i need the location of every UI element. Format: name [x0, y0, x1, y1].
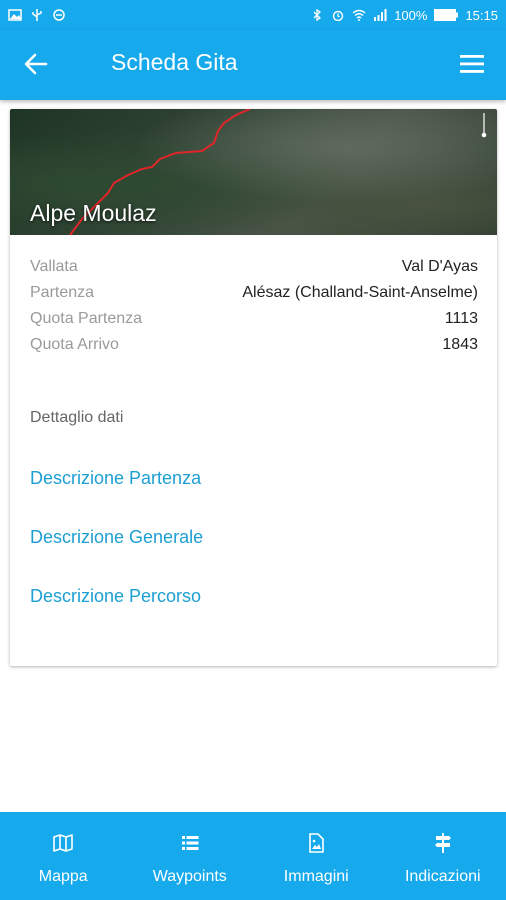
- image-icon: [309, 833, 325, 853]
- map-icon: [53, 834, 74, 852]
- nav-item-indicazioni[interactable]: Indicazioni: [380, 812, 506, 900]
- info-label: Vallata: [30, 258, 78, 275]
- info-value: 1843: [442, 336, 478, 353]
- info-label: Quota Arrivo: [30, 336, 119, 353]
- signal-icon: [374, 9, 387, 21]
- battery-icon: [434, 9, 459, 21]
- nav-label: Immagini: [283, 868, 349, 885]
- wifi-icon: [352, 9, 366, 21]
- nav-label: Mappa: [38, 868, 88, 885]
- arrow-back-icon[interactable]: [22, 50, 50, 78]
- info-value: Alésaz (Challand-Saint-Anselme): [242, 284, 478, 301]
- nav-label: Indicazioni: [404, 868, 481, 885]
- info-label: Partenza: [30, 284, 95, 301]
- info-label: Quota Partenza: [30, 310, 143, 327]
- bluetooth-icon: [313, 9, 322, 21]
- signpost-icon: [434, 833, 451, 853]
- general-description-link[interactable]: Descrizione Generale: [30, 527, 203, 548]
- page-title: Scheda Gita: [111, 49, 238, 75]
- status-bar: 100% 15:15: [0, 0, 506, 30]
- gallery-notification-icon: [8, 9, 22, 21]
- info-row-vallata: Vallata Val D'Ayas: [30, 257, 478, 283]
- info-value: Val D'Ayas: [401, 258, 478, 275]
- status-time: 15:15: [465, 7, 498, 23]
- hike-card: Alpe Moulaz Vallata Val D'Ayas Partenza …: [10, 109, 497, 666]
- info-row-quota-arrivo: Quota Arrivo 1843: [30, 335, 478, 361]
- more-vert-icon[interactable]: [479, 111, 489, 139]
- route-description-link[interactable]: Descrizione Percorso: [30, 586, 201, 607]
- battery-percent: 100%: [394, 7, 428, 23]
- nav-item-mappa[interactable]: Mappa: [0, 812, 127, 900]
- app-bar: Scheda Gita: [0, 30, 506, 100]
- hike-map-image: Alpe Moulaz: [10, 109, 497, 235]
- info-row-partenza: Partenza Alésaz (Challand-Saint-Anselme): [30, 283, 478, 309]
- nav-item-immagini[interactable]: Immagini: [253, 812, 380, 900]
- nav-item-waypoints[interactable]: Waypoints: [127, 812, 254, 900]
- do-not-disturb-icon: [53, 9, 65, 21]
- list-icon: [181, 836, 199, 850]
- details-heading: Dettaglio dati: [30, 409, 124, 426]
- nav-label: Waypoints: [152, 868, 227, 885]
- info-value: 1113: [444, 310, 478, 327]
- bottom-nav: Mappa Waypoints Immagini Indicazioni: [0, 812, 506, 900]
- info-row-quota-partenza: Quota Partenza 1113: [30, 309, 478, 335]
- hamburger-menu-icon[interactable]: [459, 51, 485, 77]
- start-description-link[interactable]: Descrizione Partenza: [30, 468, 201, 489]
- hike-title: Alpe Moulaz: [30, 200, 157, 226]
- usb-icon: [32, 9, 42, 21]
- alarm-icon: [333, 10, 344, 21]
- hike-info: Vallata Val D'Ayas Partenza Alésaz (Chal…: [30, 257, 478, 361]
